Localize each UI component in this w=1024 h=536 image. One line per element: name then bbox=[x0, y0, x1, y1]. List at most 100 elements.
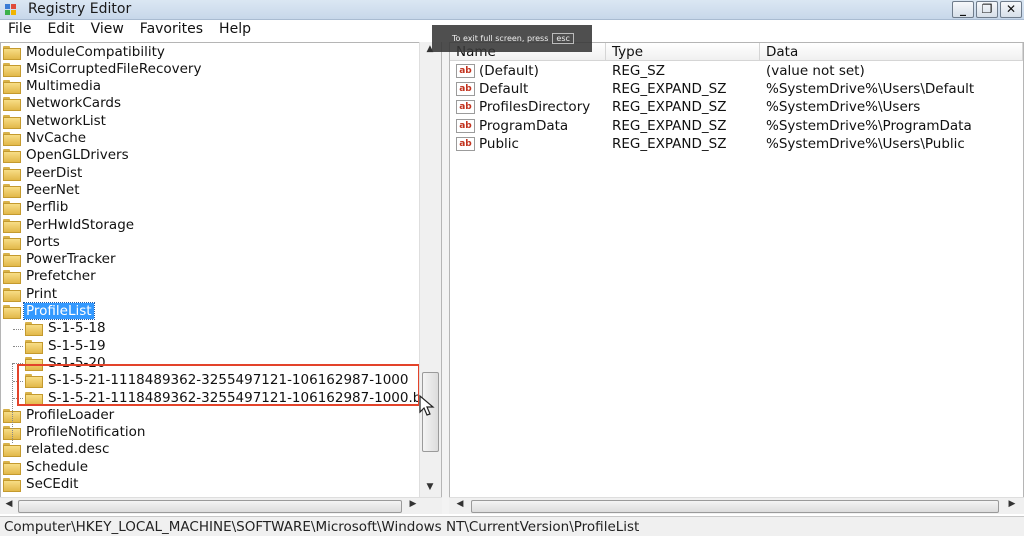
tree-key[interactable]: PeerDist bbox=[3, 164, 84, 181]
folder-icon bbox=[3, 97, 21, 112]
string-value-icon: ab bbox=[456, 64, 475, 78]
key-tree-pane[interactable]: ModuleCompatibility MsiCorruptedFileRecov… bbox=[0, 42, 442, 514]
title-bar: Registry Editor _ ❐ ✕ bbox=[0, 0, 1024, 20]
column-header-type[interactable]: Type bbox=[606, 43, 760, 61]
tree-key[interactable]: PeerNet bbox=[3, 181, 82, 198]
folder-icon bbox=[3, 45, 21, 60]
value-row[interactable]: ab Default REG_EXPAND_SZ %SystemDrive%\User… bbox=[450, 80, 1010, 98]
tree-key[interactable]: Perflib bbox=[3, 199, 70, 216]
value-row[interactable]: ab (Default) REG_SZ (value not set) bbox=[450, 62, 1010, 80]
value-name: Default bbox=[479, 81, 529, 98]
tree-key[interactable]: NetworkList bbox=[3, 112, 108, 129]
tree-key-label: S-1-5-18 bbox=[48, 320, 106, 337]
scroll-down-arrow-icon[interactable]: ▼ bbox=[421, 482, 439, 492]
tree-key[interactable]: Print bbox=[3, 285, 59, 302]
window-title: Registry Editor bbox=[28, 1, 132, 17]
value-data: %SystemDrive%\Users\Public bbox=[766, 135, 965, 152]
folder-icon bbox=[3, 149, 21, 164]
folder-icon bbox=[25, 322, 43, 337]
tree-key[interactable]: OpenGLDrivers bbox=[3, 147, 131, 164]
tree-key[interactable]: ProfileList bbox=[3, 302, 95, 320]
folder-icon bbox=[3, 132, 21, 146]
tree-key[interactable]: related.desc bbox=[3, 441, 111, 458]
value-type: REG_EXPAND_SZ bbox=[612, 81, 727, 98]
value-type: REG_EXPAND_SZ bbox=[612, 135, 727, 152]
string-value-icon: ab bbox=[456, 82, 475, 97]
folder-icon bbox=[3, 305, 21, 319]
folder-icon bbox=[3, 201, 21, 216]
scroll-right-arrow-icon[interactable]: ▶ bbox=[404, 499, 422, 509]
value-data: (value not set) bbox=[766, 63, 865, 79]
tree-key-label: PeerNet bbox=[26, 181, 80, 198]
tree-key-label: Ports bbox=[26, 233, 60, 250]
folder-icon bbox=[25, 339, 43, 354]
folder-icon bbox=[3, 80, 21, 95]
restore-button[interactable]: ❐ bbox=[976, 1, 998, 18]
tree-key-label: Multimedia bbox=[26, 78, 102, 95]
tree-key-label: OpenGLDrivers bbox=[26, 147, 129, 164]
value-row[interactable]: ab ProgramData REG_EXPAND_SZ %SystemDrive%\… bbox=[450, 117, 1010, 135]
tree-key[interactable]: Multimedia bbox=[3, 78, 103, 95]
folder-icon bbox=[3, 218, 21, 233]
value-row[interactable]: ab ProfilesDirectory REG_EXPAND_SZ %SystemD… bbox=[450, 98, 1010, 116]
value-type: REG_SZ bbox=[612, 63, 665, 79]
menu-edit[interactable]: Edit bbox=[39, 20, 82, 40]
values-hscroll-thumb[interactable] bbox=[471, 500, 999, 513]
registry-editor-icon bbox=[5, 4, 16, 15]
value-type: REG_EXPAND_SZ bbox=[612, 99, 727, 116]
folder-icon bbox=[3, 287, 21, 302]
column-header-data[interactable]: Data bbox=[760, 43, 1023, 61]
value-row[interactable]: ab Public REG_EXPAND_SZ %SystemDrive%\Users… bbox=[450, 135, 1010, 153]
menu-favorites[interactable]: Favorites bbox=[132, 20, 211, 40]
value-data: %SystemDrive%\Users bbox=[766, 99, 921, 116]
folder-icon bbox=[3, 253, 21, 268]
value-name: ProfilesDirectory bbox=[479, 99, 591, 116]
tree-subkey[interactable]: S-1-5-18 bbox=[25, 320, 108, 337]
menu-view[interactable]: View bbox=[83, 20, 132, 40]
folder-icon bbox=[3, 62, 21, 77]
tree-key[interactable]: NetworkCards bbox=[3, 95, 123, 112]
scroll-right-arrow-icon[interactable]: ▶ bbox=[1003, 499, 1021, 509]
tree-key-label: Prefetcher bbox=[26, 268, 96, 285]
minimize-button[interactable]: _ bbox=[952, 1, 974, 18]
tree-key-label: ProfileNotification bbox=[26, 424, 146, 441]
annotation-highlight-box bbox=[17, 364, 420, 406]
string-value-icon: ab bbox=[456, 136, 475, 151]
tree-key-label: NetworkList bbox=[26, 112, 106, 129]
tree-key-label: PeerDist bbox=[26, 164, 83, 181]
value-name: (Default) bbox=[479, 63, 539, 79]
menu-file[interactable]: File bbox=[0, 20, 39, 40]
value-type: REG_EXPAND_SZ bbox=[612, 117, 727, 134]
tree-key-label: PowerTracker bbox=[26, 251, 116, 268]
tree-vertical-scrollbar[interactable]: ▲ ▼ bbox=[419, 42, 441, 497]
tree-key[interactable]: PowerTracker bbox=[3, 251, 118, 268]
window-controls: _ ❐ ✕ bbox=[952, 1, 1022, 18]
values-pane[interactable]: Name Type Data ab (Default) REG_SZ (value n… bbox=[449, 42, 1024, 514]
tree-key[interactable]: SeCEdit bbox=[3, 476, 80, 493]
tree-key[interactable]: PerHwIdStorage bbox=[3, 216, 136, 233]
tree-key[interactable]: Schedule bbox=[3, 458, 90, 475]
tree-key-label: S-1-5-19 bbox=[48, 337, 106, 354]
tree-subkey[interactable]: S-1-5-19 bbox=[25, 337, 108, 354]
folder-icon bbox=[3, 443, 21, 458]
tree-key[interactable]: ModuleCompatibility bbox=[3, 43, 167, 60]
tree-key[interactable]: Prefetcher bbox=[3, 268, 98, 285]
tree-key[interactable]: Ports bbox=[3, 233, 62, 250]
registry-path: Computer\HKEY_LOCAL_MACHINE\SOFTWARE\Mic… bbox=[4, 519, 640, 535]
tree-key[interactable]: MsiCorruptedFileRecovery bbox=[3, 60, 203, 77]
tree-horizontal-scrollbar[interactable]: ◀ ▶ bbox=[0, 497, 442, 514]
close-button[interactable]: ✕ bbox=[1000, 1, 1022, 18]
pane-splitter[interactable] bbox=[442, 42, 449, 514]
scroll-left-arrow-icon[interactable]: ◀ bbox=[451, 499, 469, 509]
scroll-left-arrow-icon[interactable]: ◀ bbox=[0, 499, 18, 509]
tree-key[interactable]: NvCache bbox=[3, 130, 88, 147]
tree-key-label: Schedule bbox=[26, 458, 89, 475]
menu-help[interactable]: Help bbox=[211, 20, 259, 40]
value-data: %SystemDrive%\Users\Default bbox=[766, 81, 975, 98]
value-data: %SystemDrive%\ProgramData bbox=[766, 117, 972, 134]
folder-icon bbox=[3, 460, 21, 475]
tree-key-label: Perflib bbox=[26, 199, 69, 216]
tree-key-label: Print bbox=[26, 285, 58, 302]
tree-hscroll-thumb[interactable] bbox=[18, 500, 402, 513]
values-horizontal-scrollbar[interactable]: ◀ ▶ bbox=[449, 497, 1024, 514]
